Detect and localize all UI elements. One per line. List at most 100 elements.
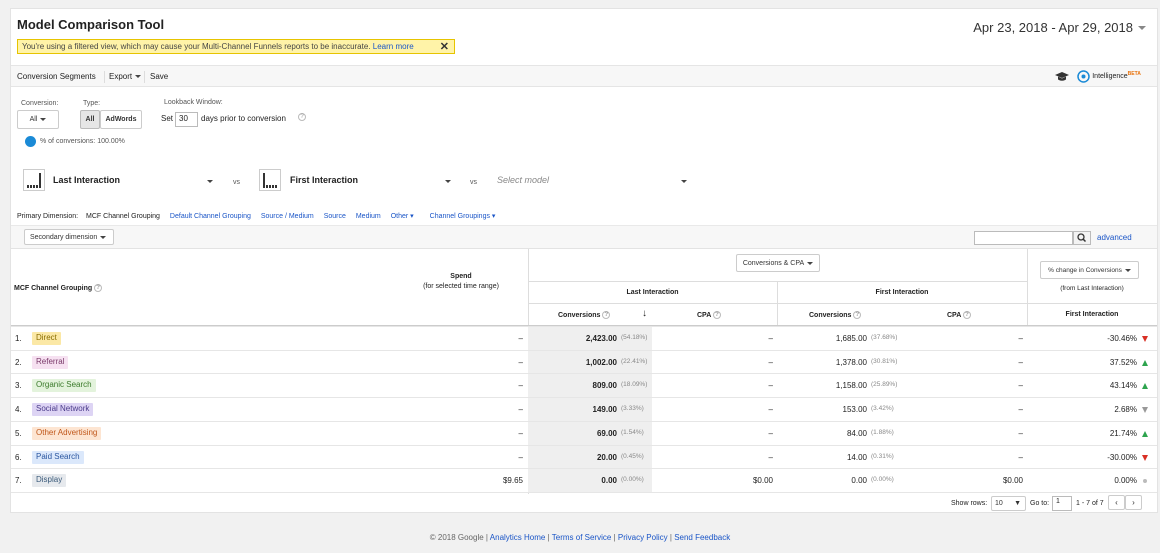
dimension-source-medium[interactable]: Source / Medium [261,213,314,220]
show-rows-select[interactable]: 10 ▼ [991,496,1026,511]
col-fi-cpa[interactable]: CPA ? [947,311,971,319]
sort-down-arrow-icon[interactable]: ↓ [642,308,647,319]
secondary-dimension-select[interactable]: Secondary dimension [24,229,114,245]
select-model-dropdown[interactable]: Select model [497,175,549,185]
dimension-source[interactable]: Source [324,213,346,220]
dimension-medium[interactable]: Medium [356,213,381,220]
export-button[interactable]: Export [109,72,142,81]
channel-chip[interactable]: Social Network [32,403,94,417]
conversion-select[interactable]: All [17,110,59,129]
help-icon[interactable]: ? [94,284,103,292]
dimension-channel-groupings-dropdown[interactable]: Channel Groupings ▾ [430,213,496,220]
li-conversions-pct: (54.18%) [621,334,648,341]
primary-dimension-label: Primary Dimension: [17,213,79,220]
help-icon[interactable]: ? [853,311,862,319]
metric-select[interactable]: Conversions & CPA [736,254,820,272]
secondary-dimension-label: Secondary dimension [30,234,98,241]
chevron-down-icon[interactable] [681,180,687,183]
chevron-down-icon[interactable] [445,180,451,183]
change-indicator [1142,359,1148,368]
graduation-cap-icon[interactable] [1055,72,1069,82]
search-icon [1077,233,1087,243]
channel-chip[interactable]: Referral [32,355,69,369]
col-fi-conversions[interactable]: Conversions ? [809,311,862,319]
chevron-down-icon [40,117,47,121]
col-li-conversions[interactable]: Conversions ? [558,311,611,319]
model-2-name[interactable]: First Interaction [290,175,358,185]
fi-conversions-pct: (3.42%) [871,405,894,413]
col-li-conversions-label: Conversions [558,311,601,319]
footer-privacy-link[interactable]: Privacy Policy [618,533,668,542]
li-cpa-cell: – [768,334,773,343]
li-conversions-pct: (0.45%) [621,452,644,460]
change-cell: 37.52% [1109,357,1137,367]
next-page-button[interactable]: › [1125,495,1142,510]
help-icon[interactable]: ? [962,311,971,319]
chevron-down-icon[interactable] [1138,26,1146,30]
fi-conversions-pct: (37.68%) [871,334,898,341]
help-icon[interactable]: ? [298,113,306,121]
help-icon[interactable]: ? [712,311,721,319]
footer-analytics-home-link[interactable]: Analytics Home [490,533,546,542]
advanced-search-link[interactable]: advanced [1097,233,1132,242]
fi-cpa-cell: $0.00 [1002,476,1023,486]
goto-input[interactable]: 1 [1052,496,1072,511]
fi-conversions-pct: (30.81%) [871,357,898,365]
fi-conversions-cell: 0.00 [851,476,867,486]
conversion-segments-button[interactable]: Conversion Segments [17,72,96,81]
li-conversions-cell: 149.00 [592,405,617,415]
type-all-button[interactable]: All [80,110,100,129]
page-range: 1 - 7 of 7 [1076,500,1104,507]
col-li-cpa[interactable]: CPA ? [697,311,721,319]
type-adwords-button[interactable]: AdWords [100,110,142,129]
change-indicator [1142,335,1148,344]
prev-page-button[interactable]: ‹ [1108,495,1125,510]
comparison-table: MCF Channel Grouping ? Spend (for select… [11,249,1157,494]
channel-chip[interactable]: Display [32,474,67,488]
li-conversions-pct: (18.09%) [621,381,648,389]
save-button[interactable]: Save [150,72,168,81]
channel-chip[interactable]: Paid Search [32,450,84,464]
row-index: 6. [15,452,22,462]
toolbar-divider [104,71,105,83]
vs-label: vs [233,179,240,186]
filtered-view-warning: You're using a filtered view, which may … [17,39,455,54]
primary-dimension-active: MCF Channel Grouping [86,213,160,220]
beta-badge: BETA [1127,70,1141,77]
arrow-down-icon [1142,336,1148,342]
table-bottom-border [11,491,1157,493]
chevron-down-icon[interactable] [207,180,213,183]
arrow-up-icon [1142,359,1148,366]
search-button[interactable] [1073,231,1091,245]
arrow-up-icon [1142,430,1148,437]
model-1-name[interactable]: Last Interaction [53,175,120,185]
lookback-days-input[interactable]: 30 [175,112,198,127]
learn-more-link[interactable]: Learn more [373,42,414,51]
lookback-label: Lookback Window: [164,99,223,106]
channel-chip[interactable]: Organic Search [32,379,96,393]
close-icon[interactable]: ✕ [440,40,449,53]
table-search-input[interactable] [974,231,1073,245]
channel-chip[interactable]: Other Advertising [32,426,102,440]
table-row: 1. Direct – 2,423.00 (54.18%) – 1,685.00 (37.68… [11,326,1157,351]
footer-terms-link[interactable]: Terms of Service [552,533,612,542]
date-range-selector[interactable]: Apr 23, 2018 - Apr 29, 2018 [973,20,1133,35]
group-header-last: Last Interaction [626,289,679,296]
help-icon[interactable]: ? [602,311,611,319]
li-cpa-cell: – [768,381,773,391]
chevron-down-icon [1124,268,1131,272]
col-channel-header[interactable]: MCF Channel Grouping ? [14,284,103,292]
footer-feedback-link[interactable]: Send Feedback [674,533,730,542]
fi-conversions-pct: (0.00%) [871,476,894,484]
conversion-label: Conversion: [21,100,59,107]
first-interaction-model-icon [259,169,281,191]
dimension-other-dropdown[interactable]: Other ▾ [391,213,414,220]
fi-cpa-cell: – [1018,334,1023,343]
col-spend-header[interactable]: Spend [411,273,511,280]
intelligence-button[interactable]: IntelligenceBETA [1077,70,1141,83]
channel-chip[interactable]: Direct [32,332,61,345]
spend-cell: – [518,452,523,462]
fi-cpa-cell: – [1018,405,1023,415]
dimension-default-channel-grouping[interactable]: Default Channel Grouping [170,213,251,220]
change-metric-select[interactable]: % change in Conversions [1040,261,1139,279]
